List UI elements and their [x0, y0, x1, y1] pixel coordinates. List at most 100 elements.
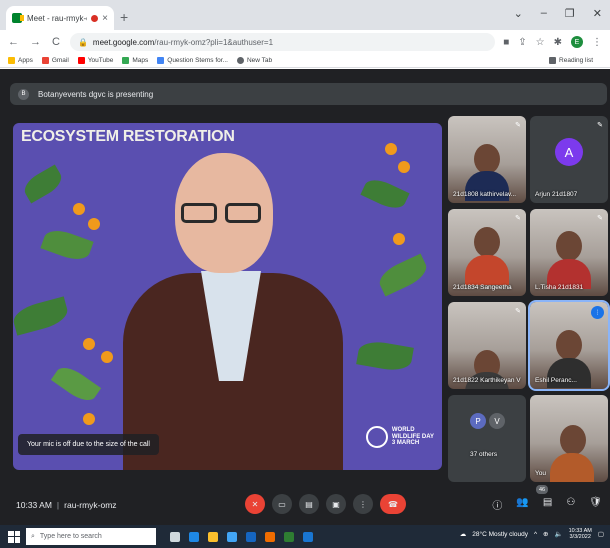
address-bar-row: ← → C 🔒 meet.google.com /rau-rmyk-omz?pl…	[0, 30, 610, 54]
chat-icon[interactable]: ▤	[543, 497, 552, 512]
participant-tile[interactable]: ✎ L.Tisha 21d1831	[530, 209, 608, 296]
tab-meet[interactable]: Meet - rau-rmyk-omz ×	[6, 6, 114, 30]
participant-name: L.Tisha 21d1831	[535, 284, 584, 291]
reading-list-button[interactable]: Reading list	[549, 57, 593, 64]
mic-off-notice: Your mic is off due to the size of the c…	[18, 434, 159, 455]
task-view-icon[interactable]	[170, 531, 180, 542]
participant-tile-speaking[interactable]: ⋮ Eshil Peranc...	[528, 300, 610, 391]
others-tile[interactable]: P V 37 others	[448, 395, 526, 482]
self-tile[interactable]: You	[530, 395, 608, 482]
leaf-decoration	[20, 164, 66, 204]
share-icon[interactable]: ⇪	[518, 37, 526, 48]
taskbar-search-input[interactable]: ⌕ Type here to search	[26, 528, 156, 545]
berry-decoration	[88, 218, 100, 230]
tab-strip: Meet - rau-rmyk-omz × + ⌄ – ❐ ✕	[0, 0, 610, 30]
activities-icon[interactable]: ⚇	[566, 497, 575, 512]
tab-title: Meet - rau-rmyk-omz	[27, 13, 87, 23]
presenting-banner: B Botanyevents dgvc is presenting	[10, 83, 607, 105]
word-icon[interactable]	[303, 531, 313, 542]
chrome-icon[interactable]	[265, 531, 275, 542]
leaf-decoration	[40, 225, 94, 265]
url-input[interactable]: 🔒 meet.google.com /rau-rmyk-omz?pli=1&au…	[69, 33, 496, 51]
menu-icon[interactable]: ⋮	[592, 37, 602, 48]
minimize-button[interactable]: –	[541, 7, 547, 20]
close-window-button[interactable]: ✕	[593, 7, 602, 20]
participant-name: 21d1822 Karthikeyan V	[453, 377, 521, 384]
extensions-icon[interactable]: ✱	[554, 37, 562, 48]
meet-favicon-icon	[12, 13, 24, 23]
youtube-icon	[77, 57, 85, 64]
windows-start-icon[interactable]	[8, 530, 20, 543]
weather-text[interactable]: 28°C Mostly cloudy	[472, 531, 528, 538]
participant-tile[interactable]: ✎ 21d1834 Sangeetha	[448, 209, 526, 296]
tray-chevron-icon[interactable]: ^	[534, 531, 537, 538]
captions-button[interactable]: ▤	[299, 494, 319, 514]
store-icon[interactable]	[227, 531, 237, 542]
restore-button[interactable]: ❐	[565, 7, 575, 20]
slide-title: ECOSYSTEM RESTORATION	[21, 128, 235, 145]
camera-indicator-icon[interactable]: ■	[503, 37, 509, 48]
reload-icon[interactable]: C	[52, 36, 60, 48]
taskbar-apps	[170, 531, 313, 542]
present-button[interactable]: ▣	[326, 494, 346, 514]
system-tray: ☁ 28°C Mostly cloudy ^ ⊕ 🔈 10:33 AM 3/3/…	[460, 528, 604, 540]
volume-icon[interactable]: 🔈	[555, 530, 563, 538]
host-controls-icon[interactable]: 🛡	[589, 497, 602, 512]
info-icon[interactable]: ⓘ	[492, 497, 502, 512]
participant-name: Arjun 21d1807	[535, 191, 578, 198]
url-host: meet.google.com	[92, 37, 155, 47]
call-controls: ✕ ▭ ▤ ▣ ⋮ ☎	[245, 494, 406, 514]
bookmark-star-icon[interactable]: ☆	[536, 37, 545, 48]
leave-call-button[interactable]: ☎	[380, 494, 406, 514]
new-tab-button[interactable]: +	[120, 9, 128, 25]
berry-decoration	[83, 413, 95, 425]
lock-icon[interactable]: 🔒	[78, 38, 88, 47]
mic-muted-icon: ✎	[515, 308, 521, 315]
mic-muted-icon: ✎	[597, 122, 603, 129]
participant-tile[interactable]: ✎ 21d1808 kathirvelav...	[448, 116, 526, 203]
notifications-icon[interactable]: ▢	[598, 530, 604, 538]
control-bar: 10:33 AM | rau-rmyk-omz ✕ ▭ ▤ ▣ ⋮ ☎ 46 ⓘ 👥…	[0, 485, 610, 525]
mic-toggle-button[interactable]: ✕	[245, 494, 265, 514]
tab-close-button[interactable]: ×	[102, 13, 108, 24]
participant-tile[interactable]: A ✎ Arjun 21d1807	[530, 116, 608, 203]
file-explorer-icon[interactable]	[208, 531, 218, 542]
bookmark-gmail[interactable]: Gmail	[41, 57, 69, 64]
tab-search-button[interactable]: ⌄	[514, 7, 523, 20]
berry-decoration	[393, 233, 405, 245]
participant-body	[465, 255, 509, 285]
bookmark-apps[interactable]: Apps	[8, 57, 33, 64]
main-stage[interactable]: ECOSYSTEM RESTORATION WORLD WILDLIFE DAY…	[13, 123, 442, 470]
participant-name: 21d1808 kathirvelav...	[453, 191, 517, 198]
participant-tile[interactable]: ✎ 21d1822 Karthikeyan V	[448, 302, 526, 389]
mail-icon[interactable]	[246, 531, 256, 542]
presenting-text: Botanyevents dgvc is presenting	[38, 89, 154, 99]
g-icon	[157, 57, 165, 64]
forward-icon[interactable]: →	[30, 36, 41, 48]
mic-muted-icon: ✎	[515, 122, 521, 129]
participant-face	[556, 330, 582, 360]
mic-muted-icon: ✎	[515, 215, 521, 222]
others-count: 37 others	[470, 451, 498, 458]
camera-toggle-button[interactable]: ▭	[272, 494, 292, 514]
taskbar-clock[interactable]: 10:33 AM 3/3/2022	[569, 528, 592, 540]
people-icon[interactable]: 👥	[516, 497, 528, 512]
back-icon[interactable]: ←	[8, 36, 19, 48]
bookmark-question-stems[interactable]: Question Stems for...	[157, 57, 228, 64]
profile-avatar[interactable]: E	[571, 36, 583, 48]
network-icon[interactable]: ⊕	[543, 530, 548, 538]
bookmark-youtube[interactable]: YouTube	[77, 57, 113, 64]
toolbar-right: ■ ⇪ ☆ ✱ E ⋮	[503, 36, 602, 48]
others-avatar: V	[489, 413, 505, 429]
participant-avatar: A	[555, 138, 583, 166]
edge-icon[interactable]	[189, 531, 199, 542]
bookmark-new-tab[interactable]: New Tab	[236, 57, 272, 64]
participant-face	[474, 227, 500, 257]
more-options-button[interactable]: ⋮	[353, 494, 373, 514]
bookmark-maps[interactable]: Maps	[122, 57, 148, 64]
apps-grid-icon	[8, 57, 15, 64]
excel-icon[interactable]	[284, 531, 294, 542]
others-avatars: P V	[470, 413, 505, 429]
self-name: You	[535, 470, 546, 477]
participant-face	[556, 231, 582, 261]
